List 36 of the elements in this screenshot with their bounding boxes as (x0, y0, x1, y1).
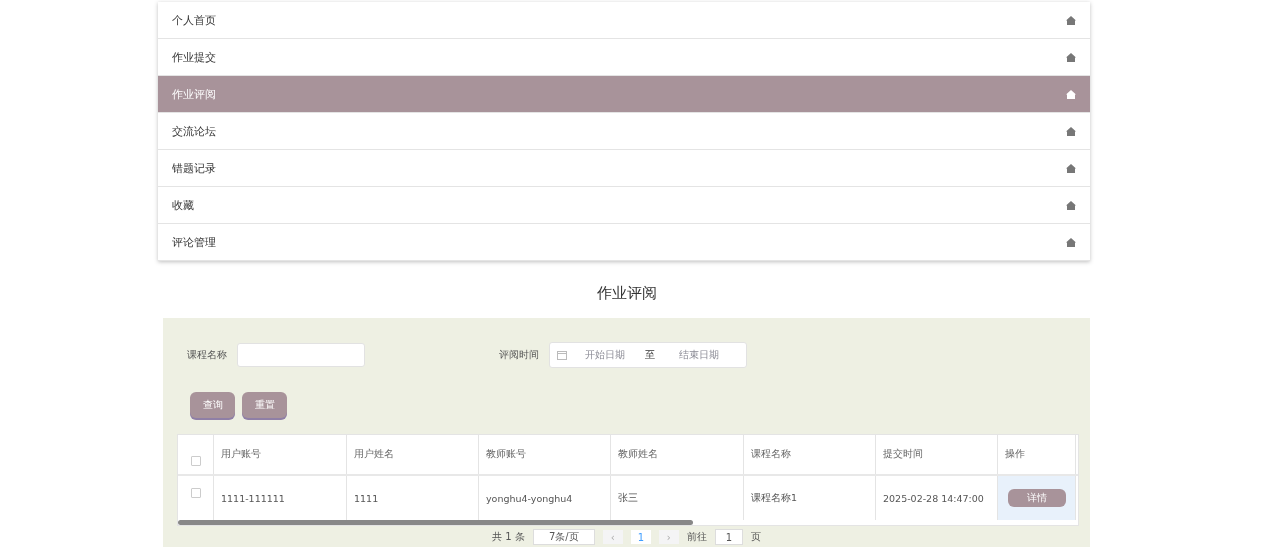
goto-page-field[interactable]: 1 (714, 529, 743, 545)
page-size-select[interactable]: 7条/页 (532, 529, 595, 545)
home-icon (1066, 89, 1076, 99)
page-suffix: 页 (750, 530, 761, 544)
date-range-field[interactable]: 开始日期 至 结束日期 (549, 341, 747, 368)
course-name-field[interactable] (237, 342, 365, 367)
checkbox[interactable] (190, 488, 201, 498)
home-icon (1066, 15, 1076, 25)
home-icon (1066, 237, 1076, 247)
menu-item[interactable]: 评论管理 (158, 224, 1090, 261)
column-header: 提交时间 (876, 435, 998, 474)
total-count: 共 1 条 (492, 530, 525, 544)
column-header: 用户姓名 (347, 435, 479, 474)
home-icon (1066, 200, 1076, 210)
home-icon (1066, 52, 1076, 62)
goto-label: 前往 (686, 530, 707, 544)
menu-item[interactable]: 错题记录 (158, 150, 1090, 187)
course-name-label: 课程名称 (186, 347, 228, 362)
menu-item[interactable]: 交流论坛 (158, 113, 1090, 150)
column-header: 课程名称 (744, 435, 876, 474)
range-separator: 至 (645, 347, 655, 362)
calendar-icon (557, 349, 567, 360)
page-title: 作业评阅 (595, 284, 658, 304)
column-header: 操作 (998, 435, 1076, 474)
column-header: 教师账号 (479, 435, 611, 474)
start-date-placeholder: 开始日期 (585, 347, 625, 362)
review-time-label: 评阅时间 (498, 347, 540, 362)
end-date-placeholder: 结束日期 (679, 347, 719, 362)
column-header: 教师姓名 (611, 435, 744, 474)
menu-item[interactable]: 收藏 (158, 187, 1090, 224)
home-icon (1066, 163, 1076, 173)
scrollbar[interactable] (178, 520, 693, 525)
home-icon (1066, 126, 1076, 136)
checkbox[interactable] (190, 455, 201, 466)
menu-item[interactable]: 个人首页 (158, 2, 1090, 39)
column-header: 用户账号 (214, 435, 347, 474)
